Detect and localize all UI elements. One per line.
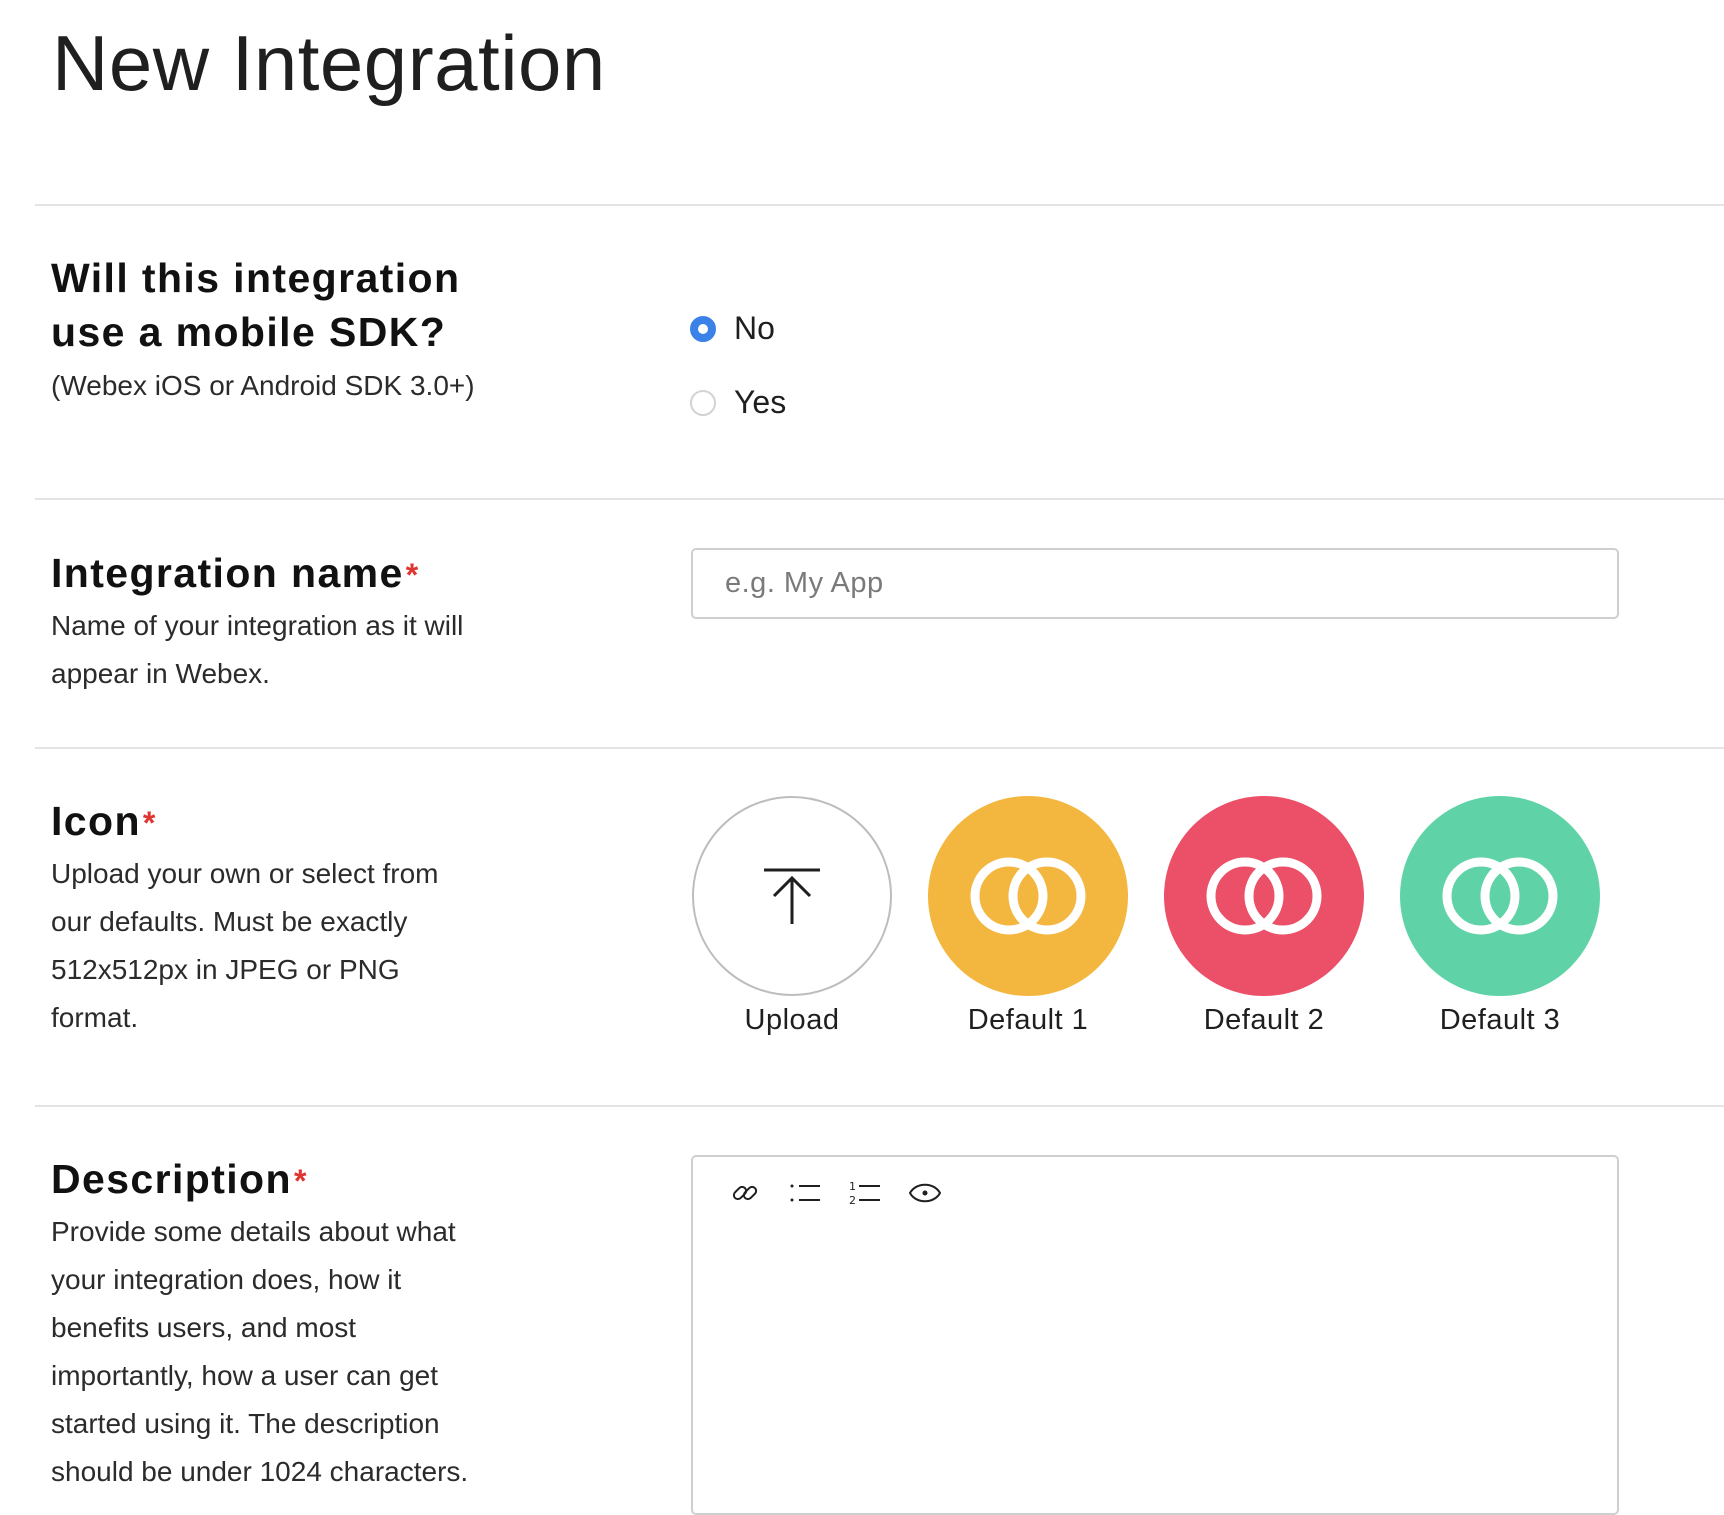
description-help-line: your integration does, how it [51,1264,402,1295]
divider [35,747,1724,749]
icon-choice-upload[interactable]: Upload [690,796,894,1037]
insert-link-button[interactable] [727,1175,763,1211]
mobile-sdk-heading-line2: use a mobile SDK? [51,309,447,355]
radio-no-checked[interactable] [690,315,716,342]
description-heading: Description* [51,1152,308,1206]
icon-choice-label: Default 2 [1203,1004,1325,1036]
radio-option-yes[interactable]: Yes [690,384,786,421]
description-help-line: started using it. The description [51,1408,440,1439]
integration-name-description-line1: Name of your integration as it will [51,610,464,641]
description-textarea[interactable] [713,1227,1597,1503]
bulleted-list-icon [790,1184,820,1202]
icon-choice-label: Default 1 [967,1004,1089,1036]
icon-choice-default-1[interactable]: Default 1 [926,796,1130,1037]
divider [35,498,1724,500]
radio-yes-unchecked[interactable] [690,389,716,416]
description-help-line: Provide some details about what [51,1216,456,1247]
integration-name-input[interactable] [691,548,1619,619]
numbered-list-button[interactable]: 1 2 [847,1175,883,1211]
integration-name-description-line2: appear in Webex. [51,658,270,689]
linked-rings-icon [1442,857,1558,935]
mobile-sdk-heading: Will this integration use a mobile SDK? [51,251,460,359]
icon-choice-default-3[interactable]: Default 3 [1398,796,1602,1037]
integration-name-heading-text: Integration name [51,550,404,596]
required-asterisk: * [142,805,157,841]
preview-eye-icon [908,1183,942,1203]
default-1-swatch[interactable] [928,796,1128,996]
icon-choice-default-2[interactable]: Default 2 [1162,796,1366,1037]
icon-choice-label: Default 3 [1439,1004,1561,1036]
icon-description-line: 512x512px in JPEG or PNG [51,954,400,985]
preview-button[interactable] [907,1175,943,1211]
description-heading-text: Description [51,1156,292,1202]
icon-heading-text: Icon [51,798,141,844]
icon-description-line: format. [51,1002,139,1033]
default-2-swatch[interactable] [1164,796,1364,996]
page-title: New Integration [52,19,606,107]
new-integration-page: New Integration Will this integration us… [0,0,1724,1515]
numbered-list-icon: 1 2 [849,1180,880,1207]
description-help-line: importantly, how a user can get [51,1360,439,1391]
description-help-line: should be under 1024 characters. [51,1456,469,1487]
svg-text:1: 1 [849,1180,856,1193]
integration-name-heading: Integration name* [51,546,420,600]
link-icon [732,1185,758,1201]
linked-rings-icon [970,857,1086,935]
radio-label-no: No [734,310,775,346]
required-asterisk: * [405,557,420,593]
icon-description: Upload your own or select from our defau… [51,850,439,1042]
icon-description-line: our defaults. Must be exactly [51,906,408,937]
divider [35,1105,1724,1107]
description-help-line: benefits users, and most [51,1312,357,1343]
default-3-swatch[interactable] [1400,796,1600,996]
icon-choice-label: Upload [744,1004,840,1036]
upload-button[interactable] [692,796,892,996]
icon-description-line: Upload your own or select from [51,858,439,889]
description-editor: 1 2 [691,1155,1619,1515]
mobile-sdk-subtext: (Webex iOS or Android SDK 3.0+) [51,370,475,401]
radio-option-no[interactable]: No [690,310,775,347]
upload-arrow-icon [764,868,820,924]
icon-heading: Icon* [51,794,157,848]
mobile-sdk-heading-line1: Will this integration [51,255,461,301]
description-help-text: Provide some details about what your int… [51,1208,468,1496]
divider [35,204,1724,206]
svg-text:2: 2 [849,1194,856,1207]
linked-rings-icon [1206,857,1322,935]
bulleted-list-button[interactable] [787,1175,823,1211]
required-asterisk: * [293,1163,308,1199]
editor-toolbar: 1 2 [727,1175,967,1211]
radio-label-yes: Yes [734,384,787,420]
integration-name-description: Name of your integration as it will appe… [51,602,463,698]
